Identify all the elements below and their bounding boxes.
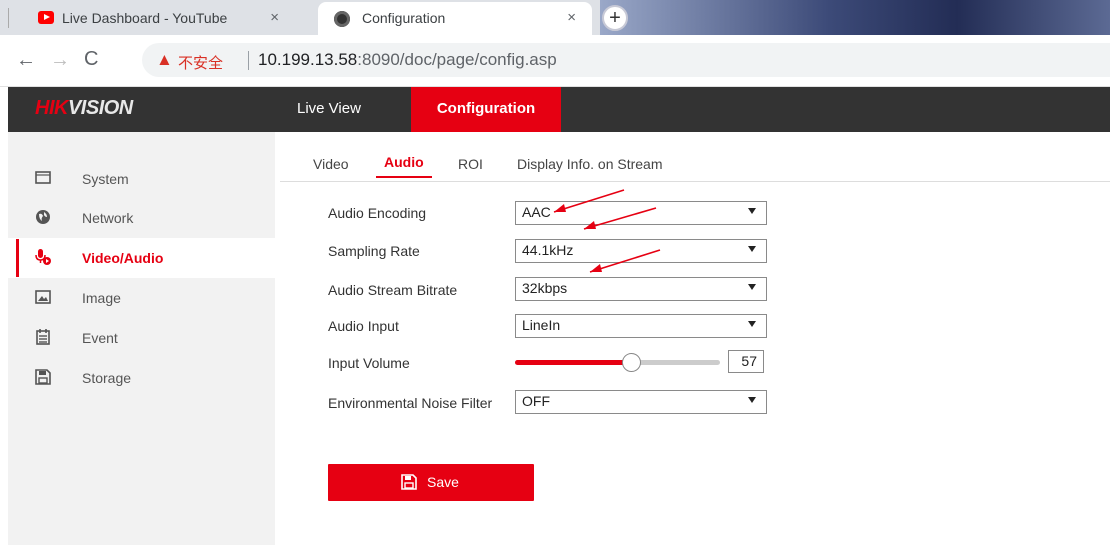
noise-filter-label: Environmental Noise Filter [328, 395, 493, 411]
save-button-label: Save [427, 474, 459, 490]
selected-value: 44.1kHz [522, 242, 574, 258]
url-path: :8090/doc/page/config.asp [357, 50, 557, 69]
tab-separator [8, 8, 9, 28]
sidebar-item-label: Video/Audio [82, 250, 164, 266]
audio-stream-bitrate-label: Audio Stream Bitrate [328, 282, 458, 298]
image-icon [35, 290, 51, 304]
sidebar-item-label: Network [82, 210, 134, 226]
audio-stream-bitrate-select[interactable]: 32kbps [515, 277, 767, 301]
not-secure-label[interactable]: 不安全 [178, 52, 223, 73]
audio-input-label: Audio Input [328, 318, 399, 334]
dropdown-arrow-icon [748, 246, 756, 252]
camera-favicon-icon [334, 11, 350, 27]
input-volume-slider[interactable] [515, 353, 720, 372]
audio-video-subtabs: Video Audio ROI Display Info. on Stream [280, 132, 1110, 182]
browser-toolbar: ← → C ▲ 不安全 10.199.13.58:8090/doc/page/c… [0, 35, 1110, 87]
tab-title: Configuration [362, 10, 446, 26]
save-icon [401, 474, 417, 490]
back-button[interactable]: ← [16, 49, 36, 72]
sidebar-item-storage[interactable]: Storage [8, 358, 275, 398]
browser-tab-strip: Live Dashboard - YouTube × Configuration… [0, 0, 1110, 35]
nav-live-view[interactable]: Live View [282, 87, 376, 132]
sidebar: System Network Video/Audio Image Event S… [8, 132, 275, 545]
reload-button[interactable]: C [84, 48, 98, 71]
audio-encoding-select[interactable]: AAC [515, 201, 767, 225]
save-button[interactable]: Save [328, 464, 534, 501]
sidebar-item-label: Image [82, 290, 121, 306]
annotation-arrowhead [590, 264, 602, 272]
calendar-icon [36, 329, 50, 345]
tab-video[interactable]: Video [313, 156, 349, 172]
youtube-icon [38, 11, 54, 24]
new-tab-button[interactable]: + [602, 5, 628, 31]
url-host: 10.199.13.58 [258, 50, 358, 69]
sidebar-item-label: System [82, 171, 129, 187]
close-tab-icon[interactable]: × [270, 9, 279, 26]
hikvision-logo: HIKVISION [35, 97, 133, 119]
microphone-icon [35, 249, 51, 265]
tab-audio[interactable]: Audio [376, 154, 432, 178]
dropdown-arrow-icon [748, 397, 756, 403]
sampling-rate-label: Sampling Rate [328, 243, 420, 259]
tab-strip-background [600, 0, 1110, 35]
nav-configuration[interactable]: Configuration [411, 87, 561, 132]
warning-icon[interactable]: ▲ [156, 50, 173, 70]
input-volume-label: Input Volume [328, 355, 410, 371]
address-separator [248, 51, 249, 70]
dropdown-arrow-icon [748, 284, 756, 290]
sidebar-item-image[interactable]: Image [8, 278, 275, 318]
monitor-icon [35, 171, 51, 184]
globe-icon [36, 210, 50, 224]
app-header: HIKVISION Live View Configuration [8, 87, 1110, 132]
tab-display-info-on-stream[interactable]: Display Info. on Stream [517, 156, 663, 172]
noise-filter-select[interactable]: OFF [515, 390, 767, 414]
browser-tab-youtube[interactable]: Live Dashboard - YouTube × [16, 2, 319, 35]
selected-value: 32kbps [522, 280, 568, 296]
dropdown-arrow-icon [748, 321, 756, 327]
tab-roi[interactable]: ROI [458, 156, 483, 172]
audio-input-select[interactable]: LineIn [515, 314, 767, 338]
dropdown-arrow-icon [748, 208, 756, 214]
volume-slider-fill [515, 360, 632, 365]
close-tab-icon[interactable]: × [567, 9, 576, 26]
url-text[interactable]: 10.199.13.58:8090/doc/page/config.asp [258, 50, 557, 70]
sidebar-item-label: Event [82, 330, 118, 346]
sidebar-item-system[interactable]: System [8, 159, 275, 199]
floppy-disk-icon [35, 369, 51, 385]
sidebar-item-network[interactable]: Network [8, 198, 275, 238]
forward-button[interactable]: → [50, 49, 70, 72]
audio-encoding-label: Audio Encoding [328, 205, 427, 221]
volume-slider-handle[interactable] [621, 353, 641, 372]
sidebar-item-event[interactable]: Event [8, 318, 275, 358]
selected-value: AAC [522, 204, 551, 220]
browser-tab-configuration[interactable]: Configuration × [318, 2, 592, 35]
selected-value: OFF [522, 393, 550, 409]
sampling-rate-select[interactable]: 44.1kHz [515, 239, 767, 263]
address-bar[interactable]: ▲ 不安全 10.199.13.58:8090/doc/page/config.… [142, 43, 1110, 77]
input-volume-value[interactable]: 57 [728, 350, 764, 373]
sidebar-item-video-audio[interactable]: Video/Audio [8, 238, 275, 278]
sidebar-item-label: Storage [82, 370, 132, 386]
selected-value: LineIn [522, 317, 561, 333]
tab-title: Live Dashboard - YouTube [62, 10, 228, 26]
